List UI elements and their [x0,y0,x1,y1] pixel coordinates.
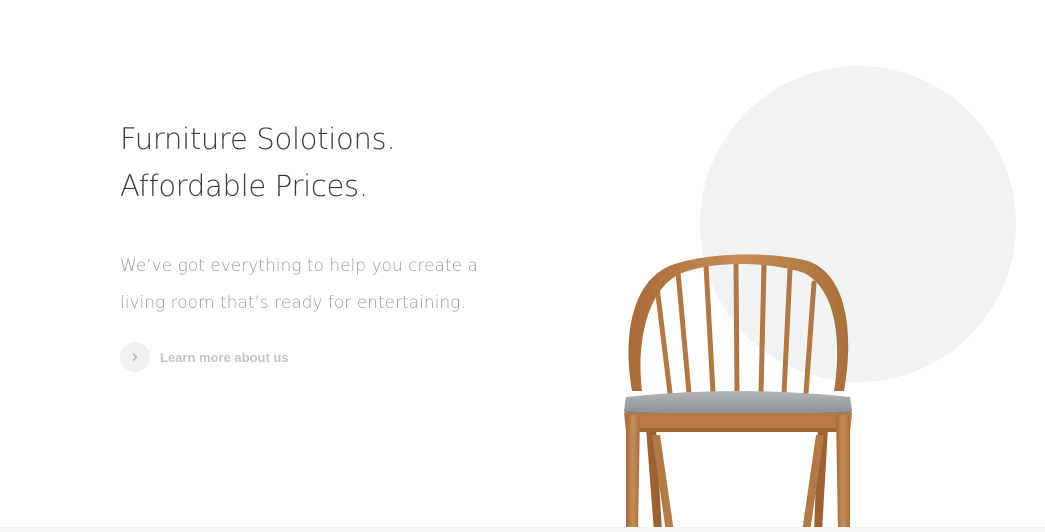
subtext-line-1: We’ve got everything to help you create … [120,256,478,276]
subtext-line-2: living room that’s ready for entertainin… [120,293,466,313]
chevron-right-icon [120,342,150,372]
chair-image [624,254,852,532]
hero-section: Furniture Solotions. Affordable Prices. … [0,0,1045,532]
learn-more-link[interactable]: Learn more about us [120,342,289,372]
hero-subtext: We’ve got everything to help you create … [120,248,520,322]
headline-line-2: Affordable Prices. [120,169,368,203]
hero-headline: Furniture Solotions. Affordable Prices. [120,116,540,210]
learn-more-label: Learn more about us [160,349,289,365]
headline-line-1: Furniture Solotions. [120,122,396,156]
bottom-divider [0,527,1045,532]
hero-text-block: Furniture Solotions. Affordable Prices. … [120,116,540,322]
